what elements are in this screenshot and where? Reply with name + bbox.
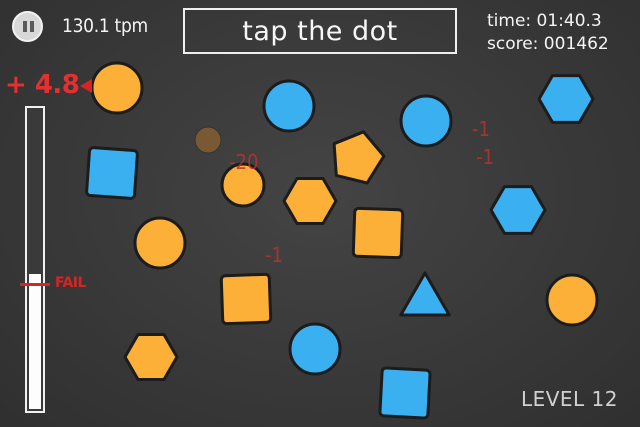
blue-square-bottom[interactable] (378, 366, 432, 420)
orange-hexagon-center[interactable] (282, 177, 338, 225)
pointer-indicator-icon (80, 79, 92, 93)
blue-triangle[interactable] (399, 271, 451, 317)
play-field (80, 61, 599, 420)
blue-circle-top-right[interactable] (399, 94, 453, 148)
orange-pentagon[interactable] (332, 130, 386, 185)
blue-circle-bottom[interactable] (288, 322, 342, 376)
faded-circle[interactable] (194, 126, 222, 154)
level-indicator: LEVEL 12 (520, 387, 618, 411)
blue-hexagon-right[interactable] (489, 185, 547, 235)
blue-square-left[interactable] (85, 146, 139, 200)
orange-circle-top-left[interactable] (90, 61, 144, 115)
blue-hexagon-top-right[interactable] (537, 74, 595, 124)
orange-circle-right[interactable] (545, 273, 599, 327)
blue-circle-top[interactable] (262, 79, 316, 133)
orange-circle-center-left[interactable] (220, 162, 266, 208)
orange-square-center[interactable] (351, 206, 405, 260)
game-board: 130.1 tpm tap the dot time: 01:40.3 scor… (0, 0, 640, 427)
orange-square-lower[interactable] (219, 272, 273, 326)
orange-circle-left[interactable] (133, 216, 187, 270)
orange-hexagon-bottom-left[interactable] (123, 333, 179, 381)
